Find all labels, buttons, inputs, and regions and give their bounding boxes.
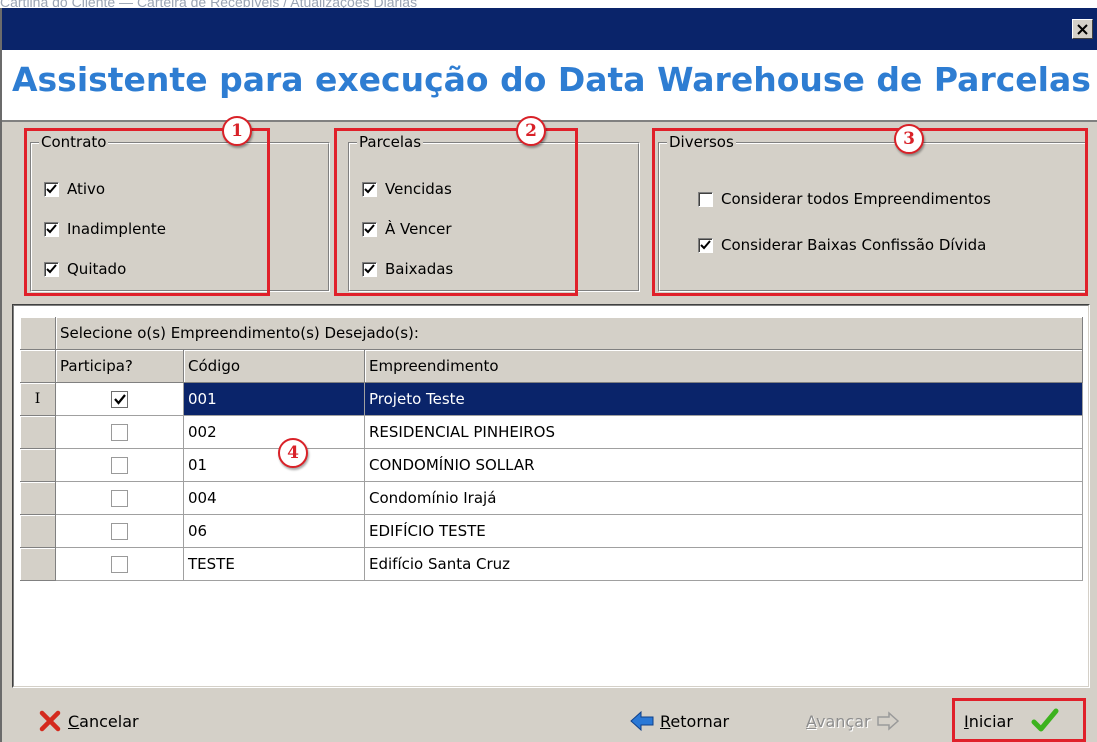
column-header-codigo[interactable]: Código — [184, 350, 365, 383]
gray-right-arrow-icon — [876, 711, 899, 731]
empreendimento-cell[interactable]: EDIFÍCIO TESTE — [365, 515, 1083, 548]
empreendimento-cell[interactable]: Condomínio Irajá — [365, 482, 1083, 515]
next-label-rest: vançar — [816, 711, 871, 731]
participa-checkbox[interactable] — [111, 456, 128, 474]
participa-cell[interactable] — [56, 383, 184, 416]
back-label: Retornar — [660, 712, 729, 731]
cancel-mnemonic: C — [68, 711, 80, 731]
next-mnemonic: A — [806, 711, 817, 731]
row-indicator — [20, 482, 56, 515]
annotation-box-start — [952, 698, 1086, 742]
row-indicator — [20, 416, 56, 449]
group-parcelas-legend: Parcelas — [357, 133, 424, 151]
participa-checkbox[interactable] — [111, 489, 128, 507]
annotation-badge-4: 4 — [278, 438, 308, 468]
table-row[interactable]: 01 CONDOMÍNIO SOLLAR — [20, 449, 1083, 482]
cancel-button[interactable]: Cancelar — [38, 706, 139, 736]
annotation-box-2 — [334, 128, 578, 296]
participa-cell[interactable] — [56, 416, 184, 449]
row-indicator — [20, 449, 56, 482]
annotation-box-3 — [652, 128, 1088, 296]
participa-cell[interactable] — [56, 449, 184, 482]
grid-column-header-row: Participa? Código Empreendimento — [20, 350, 1083, 383]
codigo-cell[interactable]: 004 — [184, 482, 365, 515]
back-label-rest: etornar — [670, 711, 730, 731]
blue-left-arrow-icon — [630, 710, 654, 732]
page-caption: Cartilha do Cliente — Carteira de Recebí… — [0, 0, 418, 8]
row-indicator — [20, 317, 56, 350]
participa-checkbox[interactable] — [111, 522, 128, 540]
table-row[interactable]: 004 Condomínio Irajá — [20, 482, 1083, 515]
cancel-label-rest: ancelar — [79, 711, 139, 731]
annotation-badge-1: 1 — [222, 116, 252, 146]
participa-checkbox[interactable] — [111, 423, 128, 441]
header-divider — [2, 120, 1097, 122]
participa-cell[interactable] — [56, 515, 184, 548]
grid-caption-row: Selecione o(s) Empreendimento(s) Desejad… — [20, 317, 1083, 350]
codigo-cell[interactable]: 001 — [184, 383, 365, 416]
empreendimento-cell[interactable]: CONDOMÍNIO SOLLAR — [365, 449, 1083, 482]
next-label: Avançar — [806, 712, 871, 731]
table-row[interactable]: TESTE Edifício Santa Cruz — [20, 548, 1083, 581]
empreendimento-cell[interactable]: Edifício Santa Cruz — [365, 548, 1083, 581]
participa-cell[interactable] — [56, 482, 184, 515]
empreendimento-cell[interactable]: RESIDENCIAL PINHEIROS — [365, 416, 1083, 449]
wizard-title: Assistente para execução do Data Warehou… — [12, 60, 1091, 99]
cancel-label: Cancelar — [68, 712, 139, 731]
table-row[interactable]: I 001 Projeto Teste — [20, 383, 1083, 416]
close-button[interactable] — [1072, 19, 1093, 39]
group-diversos-legend: Diversos — [667, 133, 736, 151]
annotation-badge-2: 2 — [516, 116, 546, 146]
column-header-participa[interactable]: Participa? — [56, 350, 184, 383]
wizard-window: Assistente para execução do Data Warehou… — [0, 8, 1097, 742]
empreendimento-cell[interactable]: Projeto Teste — [365, 383, 1083, 416]
codigo-cell[interactable]: 002 — [184, 416, 365, 449]
row-indicator — [20, 515, 56, 548]
participa-checkbox[interactable] — [111, 390, 128, 408]
table-row[interactable]: 06 EDIFÍCIO TESTE — [20, 515, 1083, 548]
row-indicator — [20, 548, 56, 581]
back-button[interactable]: Retornar — [630, 706, 729, 736]
participa-checkbox[interactable] — [111, 555, 128, 573]
next-button[interactable]: Avançar — [806, 706, 899, 736]
codigo-cell[interactable]: 01 — [184, 449, 365, 482]
back-mnemonic: R — [660, 711, 671, 731]
wizard-header: Assistente para execução do Data Warehou… — [2, 50, 1097, 120]
annotation-box-1 — [24, 128, 270, 296]
column-header-empreendimento[interactable]: Empreendimento — [365, 350, 1083, 383]
annotation-badge-3: 3 — [894, 124, 924, 154]
wizard-footer: Cancelar Retornar Avançar Iniciar — [2, 698, 1097, 742]
close-icon — [1077, 23, 1088, 35]
grid-caption: Selecione o(s) Empreendimento(s) Desejad… — [56, 317, 1083, 350]
row-indicator — [20, 350, 56, 383]
checkmark-icon — [113, 393, 126, 405]
codigo-cell[interactable]: TESTE — [184, 548, 365, 581]
participa-cell[interactable] — [56, 548, 184, 581]
codigo-cell[interactable]: 06 — [184, 515, 365, 548]
empreendimentos-grid: Selecione o(s) Empreendimento(s) Desejad… — [20, 317, 1083, 581]
title-bar — [2, 8, 1097, 50]
red-x-icon — [38, 709, 62, 733]
row-indicator-active: I — [20, 383, 56, 416]
group-contrato-legend: Contrato — [39, 133, 109, 151]
table-row[interactable]: 002 RESIDENCIAL PINHEIROS — [20, 416, 1083, 449]
